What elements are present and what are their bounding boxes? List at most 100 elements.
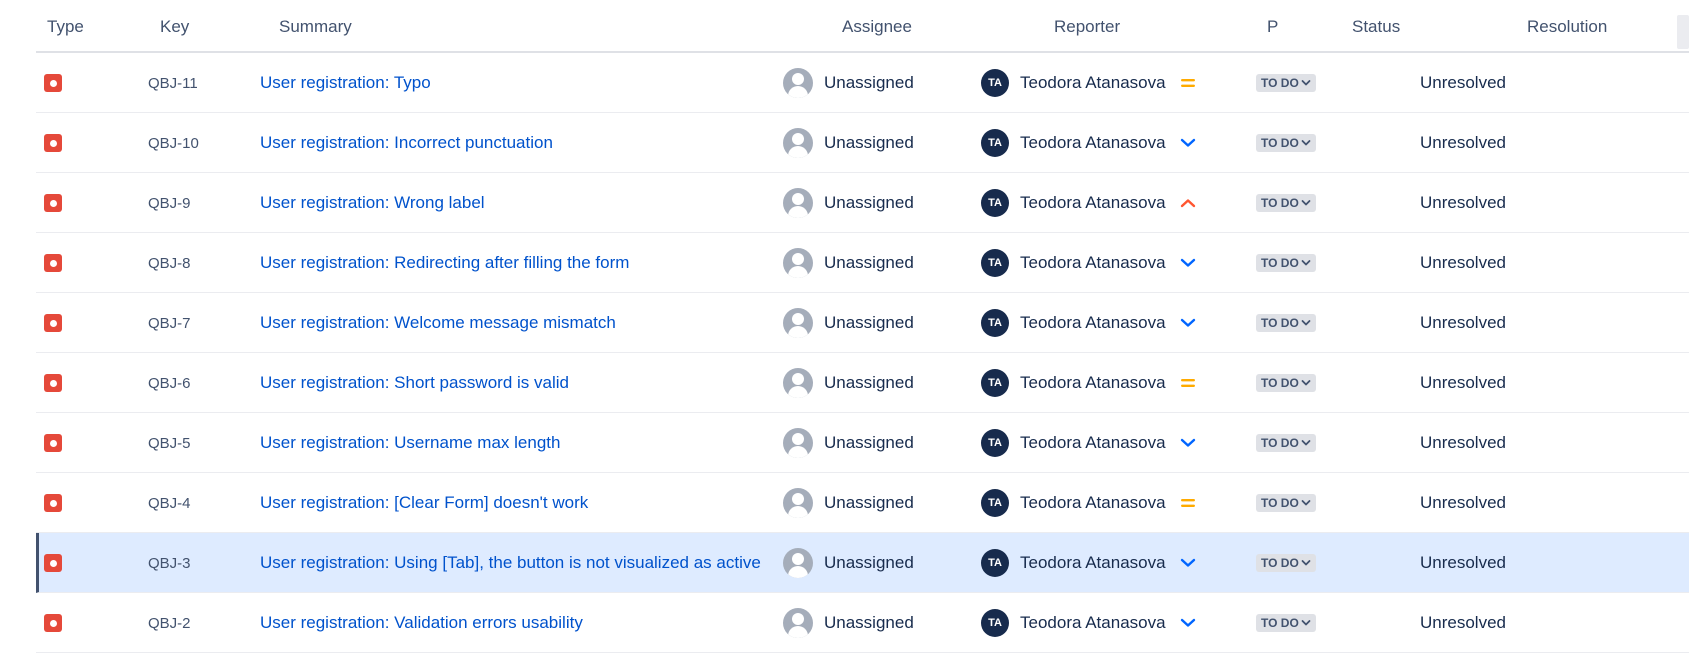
reporter-name[interactable]: Teodora Atanasova — [1020, 73, 1166, 93]
resolution-cell: Unresolved — [1420, 353, 1506, 413]
key-cell: QBJ-10 — [148, 113, 199, 173]
column-header-status[interactable]: Status — [1352, 17, 1400, 37]
column-header-summary[interactable]: Summary — [279, 17, 352, 37]
resolution-cell: Unresolved — [1420, 293, 1506, 353]
table-row[interactable]: QBJ-6 User registration: Short password … — [36, 353, 1689, 413]
table-row[interactable]: QBJ-3 User registration: Using [Tab], th… — [36, 533, 1689, 593]
horizontal-scrollbar[interactable] — [1677, 15, 1689, 49]
table-row[interactable]: QBJ-11 User registration: Typo Unassigne… — [36, 53, 1689, 113]
issue-key-link[interactable]: QBJ-2 — [148, 615, 191, 632]
reporter-cell: TA Teodora Atanasova — [981, 293, 1166, 353]
type-cell — [44, 533, 62, 593]
reporter-name[interactable]: Teodora Atanasova — [1020, 433, 1166, 453]
table-row[interactable]: QBJ-5 User registration: Username max le… — [36, 413, 1689, 473]
reporter-name[interactable]: Teodora Atanasova — [1020, 313, 1166, 333]
key-cell: QBJ-2 — [148, 593, 191, 653]
priority-cell — [1178, 473, 1198, 533]
assignee-cell: Unassigned — [783, 473, 914, 533]
unassigned-avatar-icon — [783, 368, 813, 398]
issue-summary-link[interactable]: User registration: Welcome message misma… — [260, 313, 616, 333]
status-lozenge[interactable]: TO DO — [1256, 134, 1316, 152]
reporter-cell: TA Teodora Atanasova — [981, 233, 1166, 293]
status-lozenge[interactable]: TO DO — [1256, 194, 1316, 212]
key-cell: QBJ-5 — [148, 413, 191, 473]
issue-summary-link[interactable]: User registration: Incorrect punctuation — [260, 133, 553, 153]
priority-cell — [1178, 533, 1198, 593]
status-cell: TO DO — [1256, 113, 1316, 173]
column-header-priority[interactable]: P — [1267, 17, 1278, 37]
table-row[interactable]: QBJ-8 User registration: Redirecting aft… — [36, 233, 1689, 293]
issue-key-link[interactable]: QBJ-8 — [148, 255, 191, 272]
status-label: TO DO — [1261, 196, 1299, 210]
reporter-name[interactable]: Teodora Atanasova — [1020, 553, 1166, 573]
table-header: Type Key Summary Assignee Reporter P Sta… — [36, 0, 1689, 53]
issue-key-link[interactable]: QBJ-3 — [148, 555, 191, 572]
column-header-reporter[interactable]: Reporter — [1054, 17, 1120, 37]
issue-summary-link[interactable]: User registration: Wrong label — [260, 193, 485, 213]
priority-cell — [1178, 233, 1198, 293]
status-lozenge[interactable]: TO DO — [1256, 554, 1316, 572]
table-row[interactable]: QBJ-2 User registration: Validation erro… — [36, 593, 1689, 653]
status-label: TO DO — [1261, 136, 1299, 150]
status-lozenge[interactable]: TO DO — [1256, 254, 1316, 272]
unassigned-avatar-icon — [783, 488, 813, 518]
assignee-name: Unassigned — [824, 313, 914, 332]
reporter-name[interactable]: Teodora Atanasova — [1020, 373, 1166, 393]
key-cell: QBJ-7 — [148, 293, 191, 353]
chevron-down-icon — [1301, 500, 1311, 506]
reporter-name[interactable]: Teodora Atanasova — [1020, 613, 1166, 633]
reporter-cell: TA Teodora Atanasova — [981, 173, 1166, 233]
summary-cell: User registration: Using [Tab], the butt… — [260, 533, 761, 593]
status-lozenge[interactable]: TO DO — [1256, 374, 1316, 392]
assignee-name: Unassigned — [824, 133, 914, 152]
issue-summary-link[interactable]: User registration: Username max length — [260, 433, 560, 453]
issue-key-link[interactable]: QBJ-5 — [148, 435, 191, 452]
reporter-name[interactable]: Teodora Atanasova — [1020, 133, 1166, 153]
type-cell — [44, 113, 62, 173]
issue-key-link[interactable]: QBJ-7 — [148, 315, 191, 332]
issue-key-link[interactable]: QBJ-11 — [148, 75, 198, 92]
table-row[interactable]: QBJ-10 User registration: Incorrect punc… — [36, 113, 1689, 173]
resolution-value: Unresolved — [1420, 253, 1506, 272]
issue-summary-link[interactable]: User registration: Short password is val… — [260, 373, 569, 393]
resolution-cell: Unresolved — [1420, 233, 1506, 293]
issue-summary-link[interactable]: User registration: Typo — [260, 73, 431, 93]
status-lozenge[interactable]: TO DO — [1256, 314, 1316, 332]
resolution-cell: Unresolved — [1420, 473, 1506, 533]
reporter-avatar: TA — [981, 129, 1009, 157]
status-lozenge[interactable]: TO DO — [1256, 494, 1316, 512]
column-header-resolution[interactable]: Resolution — [1527, 17, 1607, 37]
table-row[interactable]: QBJ-4 User registration: [Clear Form] do… — [36, 473, 1689, 533]
column-header-assignee[interactable]: Assignee — [842, 17, 912, 37]
status-lozenge[interactable]: TO DO — [1256, 614, 1316, 632]
reporter-name[interactable]: Teodora Atanasova — [1020, 493, 1166, 513]
table-row[interactable]: QBJ-9 User registration: Wrong label Una… — [36, 173, 1689, 233]
issue-summary-link[interactable]: User registration: Redirecting after fil… — [260, 253, 629, 273]
reporter-avatar: TA — [981, 489, 1009, 517]
summary-cell: User registration: Welcome message misma… — [260, 293, 616, 353]
column-header-type[interactable]: Type — [47, 17, 84, 37]
summary-cell: User registration: Incorrect punctuation — [260, 113, 553, 173]
reporter-avatar: TA — [981, 429, 1009, 457]
bug-icon — [44, 74, 62, 92]
status-label: TO DO — [1261, 616, 1299, 630]
issue-key-link[interactable]: QBJ-9 — [148, 195, 191, 212]
key-cell: QBJ-3 — [148, 533, 191, 593]
status-cell: TO DO — [1256, 293, 1316, 353]
issue-summary-link[interactable]: User registration: Validation errors usa… — [260, 613, 583, 633]
priority-medium-icon — [1178, 493, 1198, 513]
reporter-avatar: TA — [981, 309, 1009, 337]
reporter-name[interactable]: Teodora Atanasova — [1020, 193, 1166, 213]
reporter-name[interactable]: Teodora Atanasova — [1020, 253, 1166, 273]
issue-key-link[interactable]: QBJ-6 — [148, 375, 191, 392]
issue-summary-link[interactable]: User registration: Using [Tab], the butt… — [260, 553, 761, 573]
issue-key-link[interactable]: QBJ-10 — [148, 135, 199, 152]
column-header-key[interactable]: Key — [160, 17, 189, 37]
issue-summary-link[interactable]: User registration: [Clear Form] doesn't … — [260, 493, 588, 513]
summary-cell: User registration: Short password is val… — [260, 353, 569, 413]
issue-key-link[interactable]: QBJ-4 — [148, 495, 191, 512]
table-row[interactable]: QBJ-7 User registration: Welcome message… — [36, 293, 1689, 353]
status-lozenge[interactable]: TO DO — [1256, 74, 1316, 92]
chevron-down-icon — [1301, 320, 1311, 326]
status-lozenge[interactable]: TO DO — [1256, 434, 1316, 452]
